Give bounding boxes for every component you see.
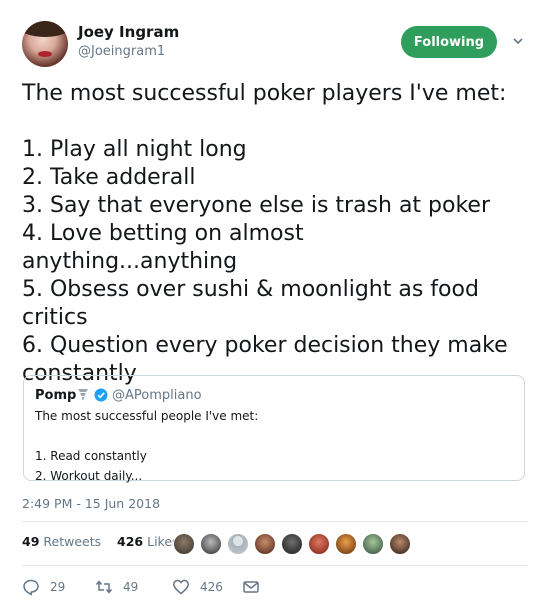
retweet-icon [95,580,113,594]
quote-text: The most successful people I've met: 1. … [35,409,259,483]
engagement-stats: 49 Retweets 426 Likes [22,534,179,549]
direct-message-button[interactable] [242,578,270,596]
liker-avatar[interactable] [389,533,411,555]
retweet-button[interactable]: 49 [95,578,138,596]
retweets-count: 49 [22,534,40,549]
envelope-icon [243,581,259,593]
like-count: 426 [200,580,223,594]
divider [22,521,528,522]
liker-avatar[interactable] [254,533,276,555]
likes-stat[interactable]: 426 Likes [117,534,179,549]
quote-author-name: Pomp [35,388,77,403]
author-avatar[interactable] [22,21,68,67]
retweets-label: Retweets [43,534,102,549]
liker-avatar[interactable] [308,533,330,555]
liker-avatar[interactable] [200,533,222,555]
avatar-lips [38,51,52,57]
tweet-text: The most successful poker players I've m… [22,81,508,386]
verified-badge-icon [94,388,108,402]
author-handle[interactable]: @Joeingram1 [78,44,165,59]
following-button[interactable]: Following [401,26,497,58]
reply-button[interactable]: 29 [22,578,65,596]
like-button[interactable]: 426 [172,578,223,596]
liker-avatar[interactable] [362,533,384,555]
liker-avatar[interactable] [173,533,195,555]
tweet-timestamp[interactable]: 2:49 PM - 15 Jun 2018 [22,496,160,511]
avatar-hair [22,21,68,37]
reply-count: 29 [50,580,66,594]
reply-icon [23,579,39,596]
liker-avatar[interactable] [281,533,303,555]
likes-count: 426 [117,534,144,549]
author-name[interactable]: Joey Ingram [78,23,179,41]
chevron-down-icon[interactable] [512,36,524,46]
divider [22,565,528,566]
liker-avatar[interactable] [335,533,357,555]
retweet-count: 49 [123,580,139,594]
quoted-tweet[interactable]: Pomp @APompliano The most successful peo… [23,375,525,483]
liker-avatar[interactable] [227,533,249,555]
heart-icon [173,579,189,595]
quote-author-handle: @APompliano [112,388,202,403]
tornado-icon [78,389,88,400]
retweets-stat[interactable]: 49 Retweets [22,534,101,549]
